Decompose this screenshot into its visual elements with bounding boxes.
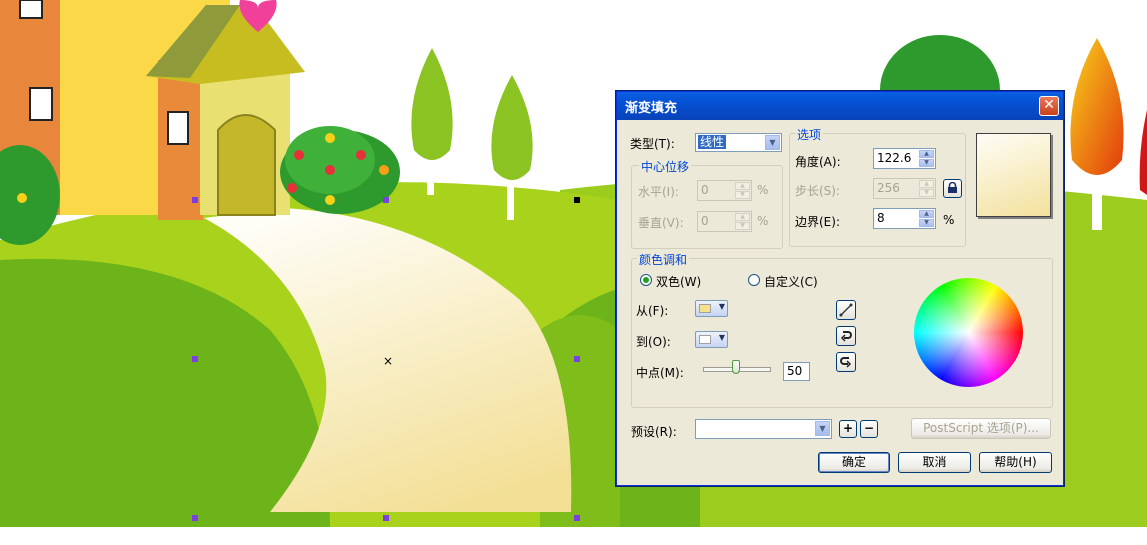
horizontal-label: 水平(I): xyxy=(638,185,679,199)
edge-unit: % xyxy=(943,213,955,227)
custom-label[interactable]: 自定义(C) xyxy=(764,273,818,290)
spin-up-icon[interactable]: ▲ xyxy=(919,180,934,188)
chevron-down-icon: ▼ xyxy=(718,302,725,311)
type-label: 类型(T): xyxy=(630,137,675,151)
midpoint-slider-thumb[interactable] xyxy=(732,360,740,374)
chevron-down-icon[interactable]: ▼ xyxy=(765,135,780,150)
from-color-picker[interactable]: ▼ xyxy=(695,300,728,317)
vertical-label: 垂直(V): xyxy=(638,216,684,230)
gradient-preview[interactable] xyxy=(976,133,1051,217)
spin-up-icon[interactable]: ▲ xyxy=(919,210,934,218)
gradient-fill-dialog: 渐变填充 ✕ 类型(T): 线性 ▼ 中心位移 水平(I): 0 ▲ ▼ % 垂直… xyxy=(616,91,1064,486)
center-offset-group xyxy=(631,165,783,249)
midpoint-label: 中点(M): xyxy=(636,366,684,380)
spin-up-icon[interactable]: ▲ xyxy=(735,182,750,190)
to-label: 到(O): xyxy=(636,335,671,349)
spin-up-icon[interactable]: ▲ xyxy=(735,213,750,221)
spin-down-icon[interactable]: ▼ xyxy=(919,219,934,227)
counterclockwise-button[interactable] xyxy=(836,326,856,346)
chevron-down-icon: ▼ xyxy=(718,333,725,342)
horizontal-offset-value: 0 xyxy=(701,183,709,197)
steps-label: 步长(S): xyxy=(795,184,841,198)
presets-label: 预设(R): xyxy=(631,425,677,439)
vertical-offset-value: 0 xyxy=(701,214,709,228)
ok-button[interactable]: 确定 xyxy=(818,452,890,473)
clockwise-button[interactable] xyxy=(836,352,856,372)
chevron-down-icon[interactable]: ▼ xyxy=(815,421,830,436)
type-value: 线性 xyxy=(698,135,727,149)
color-blend-title: 颜色调和 xyxy=(637,251,690,268)
spin-down-icon[interactable]: ▼ xyxy=(735,222,750,230)
spin-down-icon[interactable]: ▼ xyxy=(919,159,934,167)
cancel-button[interactable]: 取消 xyxy=(898,452,971,473)
center-offset-title: 中心位移 xyxy=(639,158,692,175)
steps-value: 256 xyxy=(877,181,900,195)
options-title: 选项 xyxy=(795,126,824,143)
help-button[interactable]: 帮助(H) xyxy=(979,452,1052,473)
clockwise-icon xyxy=(840,357,852,368)
custom-radio[interactable] xyxy=(748,274,760,286)
spin-down-icon[interactable]: ▼ xyxy=(919,189,934,197)
dialog-title: 渐变填充 xyxy=(625,101,678,116)
remove-preset-button[interactable]: − xyxy=(860,420,878,438)
edge-pad-spinner[interactable]: 8 ▲ ▼ xyxy=(873,208,936,229)
horizontal-offset-spinner[interactable]: 0 ▲ ▼ xyxy=(697,180,752,201)
steps-spinner[interactable]: 256 ▲ ▼ xyxy=(873,178,936,199)
to-color-swatch xyxy=(699,335,711,344)
presets-select[interactable]: ▼ xyxy=(695,419,832,439)
edge-pad-value: 8 xyxy=(877,211,885,225)
color-wheel[interactable] xyxy=(914,278,1023,387)
angle-value: 122.6 xyxy=(877,151,912,165)
edge-label: 边界(E): xyxy=(795,215,840,229)
minus-icon: − xyxy=(863,421,875,435)
counterclockwise-icon xyxy=(840,331,852,342)
lock-steps-button[interactable] xyxy=(943,179,962,198)
title-bar[interactable]: 渐变填充 ✕ xyxy=(617,92,1063,120)
center-mark: × xyxy=(383,354,393,368)
spin-up-icon[interactable]: ▲ xyxy=(919,150,934,158)
two-color-label[interactable]: 双色(W) xyxy=(656,273,701,290)
add-preset-button[interactable]: + xyxy=(839,420,857,438)
two-color-radio[interactable] xyxy=(640,274,652,286)
vertical-offset-spinner[interactable]: 0 ▲ ▼ xyxy=(697,211,752,232)
linear-direction-icon xyxy=(839,303,853,317)
to-color-picker[interactable]: ▼ xyxy=(695,331,728,348)
plus-icon: + xyxy=(842,421,854,435)
angle-spinner[interactable]: 122.6 ▲ ▼ xyxy=(873,148,936,169)
midpoint-value: 50 xyxy=(787,364,803,378)
type-select[interactable]: 线性 ▼ xyxy=(695,133,782,152)
linear-direction-button[interactable] xyxy=(836,300,856,320)
close-button[interactable]: ✕ xyxy=(1039,96,1059,116)
midpoint-input[interactable]: 50 xyxy=(783,362,810,381)
angle-label: 角度(A): xyxy=(795,155,841,169)
from-color-swatch xyxy=(699,304,711,313)
lock-icon xyxy=(948,181,957,193)
vertical-unit: % xyxy=(757,214,769,228)
from-label: 从(F): xyxy=(636,304,669,318)
horizontal-unit: % xyxy=(757,183,769,197)
postscript-options-button[interactable]: PostScript 选项(P)... xyxy=(911,418,1051,439)
spin-down-icon[interactable]: ▼ xyxy=(735,191,750,199)
